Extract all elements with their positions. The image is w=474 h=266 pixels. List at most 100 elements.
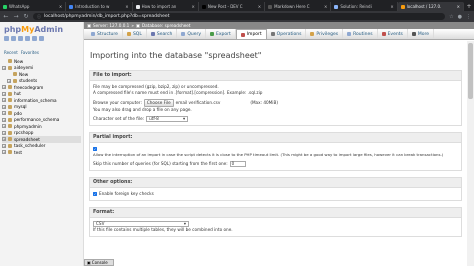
menu-tab-label: Structure	[97, 31, 118, 37]
settings-icon[interactable]	[32, 36, 37, 41]
database-name: hut	[14, 91, 21, 97]
breadcrumb-server[interactable]: Server: 127.0.0.1	[93, 23, 129, 28]
database-name: phpmyadmin	[14, 123, 42, 129]
database-icon	[8, 124, 12, 129]
database-name: rpcshopp	[14, 130, 34, 136]
routines-icon	[347, 32, 352, 36]
tab-close-icon[interactable]: ×	[258, 4, 261, 9]
other-options-legend: Other options:	[90, 178, 461, 188]
foreign-keys-checkbox[interactable]: ✓	[93, 192, 97, 196]
events-icon	[381, 32, 386, 36]
menu-tab-operations[interactable]: Operations	[267, 29, 307, 39]
browser-tab[interactable]: New Post - DEV C ×	[199, 2, 266, 11]
address-url: localhost/phpmyadmin/db_import.php?db=sp…	[44, 14, 170, 19]
expand-icon[interactable]: +	[2, 98, 6, 103]
expand-icon[interactable]: +	[2, 143, 6, 148]
menu-tab-label: Events	[387, 31, 403, 37]
database-icon: ▣	[135, 23, 140, 28]
menu-tab-export[interactable]: Export	[206, 29, 236, 39]
expand-icon[interactable]: +	[7, 78, 11, 83]
browse-label: Browse your computer:	[93, 100, 142, 105]
structure-icon	[91, 32, 95, 36]
recent-tab[interactable]: Recent	[4, 50, 18, 55]
expand-icon[interactable]: +	[2, 65, 6, 70]
expand-icon[interactable]: +	[2, 130, 6, 135]
logout-icon[interactable]	[11, 36, 16, 41]
breadcrumb-database[interactable]: Database: spreadsheet	[142, 23, 191, 28]
page-scrollbar[interactable]	[467, 41, 474, 266]
tab-close-icon[interactable]: ×	[191, 4, 194, 9]
skip-queries-input[interactable]: 0	[229, 161, 246, 167]
tab-close-icon[interactable]: ×	[390, 4, 393, 9]
database-icon	[8, 117, 12, 122]
partial-import-section: Partial import: ✓ Allow the interruption…	[89, 132, 462, 171]
browser-tab[interactable]: How to import an ×	[133, 2, 199, 11]
menu-tab-query[interactable]: Query	[177, 29, 206, 39]
menu-tab-label: Import	[246, 32, 262, 37]
forward-icon[interactable]: →	[13, 13, 19, 20]
menu-tab-events[interactable]: Events	[378, 29, 408, 39]
browser-tab[interactable]: Solution: Reindi ×	[331, 2, 398, 11]
menu-tab-structure[interactable]: Structure	[87, 29, 123, 39]
address-bar[interactable]: ⓘ localhost/phpmyadmin/db_import.php?db=…	[33, 13, 446, 20]
database-name: freecodegram	[14, 84, 44, 90]
expand-icon[interactable]: +	[2, 124, 6, 129]
charset-select[interactable]: utf-8 ▾	[146, 116, 189, 122]
export-icon	[210, 32, 214, 36]
tab-title: How to import an	[141, 4, 177, 9]
navigation-panel: phpMyAdmin Recent Favorites New + aideyemi…	[0, 22, 84, 266]
browser-tab[interactable]: Introduction to w ×	[66, 2, 133, 11]
database-name: pdo	[14, 110, 22, 116]
expand-icon[interactable]: +	[2, 137, 6, 142]
menu-tab-search[interactable]: Search	[147, 29, 178, 39]
phpmyadmin-logo[interactable]: phpMyAdmin	[0, 22, 83, 50]
expand-icon[interactable]: +	[2, 150, 6, 155]
tab-favicon-icon	[69, 4, 74, 9]
bookmark-star-icon[interactable]: ☆	[449, 14, 453, 20]
browser-tab[interactable]: Markdown Here C ×	[265, 2, 332, 11]
query-icon	[181, 32, 186, 36]
menu-tab-import[interactable]: Import	[235, 29, 267, 39]
favorites-tab[interactable]: Favorites	[21, 50, 39, 55]
expand-icon[interactable]: +	[2, 91, 6, 96]
back-icon[interactable]: ←	[3, 13, 9, 20]
reload-nav-icon[interactable]	[39, 36, 44, 41]
help-icon[interactable]	[18, 36, 23, 41]
expand-icon[interactable]: +	[2, 111, 6, 116]
database-icon	[8, 85, 12, 90]
tab-close-icon[interactable]: ×	[324, 4, 327, 9]
expand-icon[interactable]: +	[2, 85, 6, 90]
database-item[interactable]: + test	[2, 149, 81, 156]
expand-icon[interactable]: +	[2, 104, 6, 109]
menu-kebab-icon[interactable]: ⋮	[466, 14, 471, 20]
menu-tab-more[interactable]: More	[408, 29, 434, 39]
tab-title: Markdown Here C	[274, 4, 310, 9]
expand-icon[interactable]: +	[2, 117, 6, 122]
menu-tab-routines[interactable]: Routines	[343, 29, 378, 39]
docs-icon[interactable]	[25, 36, 30, 41]
database-name: students	[19, 78, 38, 84]
scrollbar-thumb[interactable]	[468, 43, 473, 99]
home-icon[interactable]	[4, 36, 9, 41]
tab-close-icon[interactable]: ×	[59, 4, 62, 9]
tab-close-icon[interactable]: ×	[457, 4, 460, 9]
new-tab-button[interactable]: +	[464, 2, 474, 11]
choose-file-button[interactable]: Choose File	[143, 99, 174, 107]
max-size-label: (Max: 40MiB)	[250, 100, 278, 105]
site-info-icon[interactable]: ⓘ	[37, 14, 41, 20]
console-toggle[interactable]: ▣ Console	[84, 259, 114, 266]
format-section: Format: CSV ▾ If this file contains multi…	[89, 207, 462, 237]
database-icon	[13, 78, 17, 83]
drag-drop-note: You may also drag and drop a file on any…	[93, 107, 192, 112]
tab-favicon-icon	[334, 4, 339, 9]
reload-icon[interactable]: ↻	[23, 13, 29, 20]
tab-title: localhost / 127.0.	[406, 4, 442, 9]
tab-close-icon[interactable]: ×	[125, 4, 128, 9]
allow-interrupt-checkbox[interactable]: ✓	[93, 147, 97, 151]
menu-tab-sql[interactable]: SQL	[123, 29, 147, 39]
extensions-icon[interactable]: ●	[458, 14, 462, 20]
operations-icon	[270, 32, 275, 36]
browser-tab[interactable]: localhost / 127.0. ×	[397, 2, 464, 11]
menu-tab-privileges[interactable]: Privileges	[306, 29, 344, 39]
browser-tab[interactable]: WhatsApp ×	[0, 2, 67, 11]
